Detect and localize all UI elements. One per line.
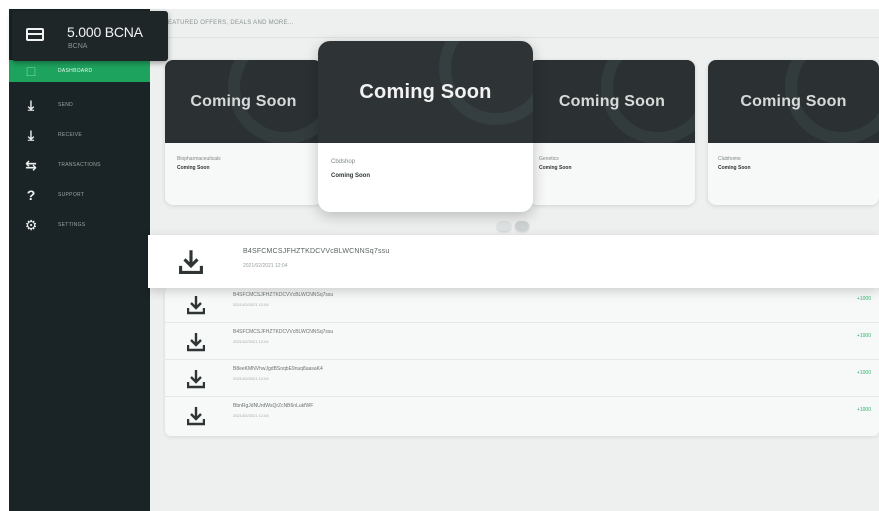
sidebar-item-label: RECEIVE (58, 132, 83, 138)
send-icon: ⤓ (27, 97, 35, 113)
transaction-hash: B8eeKMNVhwJgdBSoqbE9nuq8aasaK4 (233, 366, 323, 372)
transaction-amount: +1000 (856, 296, 871, 302)
dashboard-icon: □ (26, 63, 36, 79)
wallet-subtitle: BCNA (68, 43, 88, 50)
offer-card[interactable]: Coming Soon Biopharmaceuticals Coming So… (165, 60, 322, 205)
transaction-date: 2021/02/2021 12:04 (233, 302, 269, 307)
support-icon: ? (26, 187, 36, 203)
sidebar-item-send[interactable]: ⤓ SEND (9, 90, 150, 120)
offer-banner: Coming Soon (529, 60, 695, 143)
offer-banner-text: Coming Soon (190, 92, 297, 110)
sidebar-item-label: DASHBOARD (58, 68, 93, 74)
transaction-amount: +1000 (856, 407, 871, 413)
offer-banner-text: Coming Soon (558, 92, 666, 110)
download-icon (187, 332, 205, 352)
wallet-icon (26, 28, 44, 41)
wallet-balance-card[interactable]: 5.000 BCNA BCNA (12, 11, 168, 61)
sidebar-item-support[interactable]: ? SUPPORT (9, 180, 150, 210)
transaction-hash: B4SFCMCSJFHZTKDCVVcBLWCNNSq7ssu (233, 292, 334, 298)
carousel-dot[interactable] (497, 221, 511, 231)
transaction-row[interactable]: B4SFCMCSJFHZTKDCVVcBLWCNNSq7ssu 2021/02/… (165, 286, 879, 323)
sidebar-item-settings[interactable]: ⚙ SETTINGS (9, 210, 150, 240)
download-icon (187, 369, 205, 389)
offer-status: Coming Soon (718, 165, 751, 171)
download-icon (187, 295, 205, 315)
sidebar-item-transactions[interactable]: ⇆ TRANSACTIONS (9, 150, 150, 180)
offer-name: Genetics (539, 156, 559, 162)
offer-status: Coming Soon (331, 173, 370, 179)
sidebar-item-label: SUPPORT (58, 192, 85, 198)
transaction-amount: +1000 (856, 370, 871, 376)
divider (164, 37, 879, 38)
download-icon (179, 249, 203, 275)
transaction-list: B4SFCMCSJFHZTKDCVVcBLWCNNSq7ssu 2021/02/… (165, 286, 879, 436)
transaction-hash: BbnRgJdNUrdWsQrZcNB6nLukfWF (233, 403, 314, 409)
transaction-date: 2021/02/2021 12:04 (233, 339, 269, 344)
offer-card-focused[interactable]: Coming Soon Cbdshop Coming Soon (318, 41, 533, 212)
receive-icon: ⤓ (27, 127, 35, 143)
offer-name: Biopharmaceuticals (177, 156, 221, 162)
transaction-hash: B4SFCMCSJFHZTKDCVVcBLWCNNSq7ssu (243, 248, 390, 255)
download-icon (187, 406, 205, 426)
sidebar-item-dashboard[interactable]: □ DASHBOARD (9, 60, 150, 82)
offer-banner: Coming Soon (165, 60, 322, 143)
sidebar-item-label: SETTINGS (58, 222, 86, 228)
featured-heading: FEATURED OFFERS, DEALS AND MORE... (164, 20, 294, 26)
transaction-date: 2021/02/2021 12:04 (243, 263, 288, 269)
transaction-row[interactable]: B4SFCMCSJFHZTKDCVVcBLWCNNSq7ssu 2021/02/… (165, 323, 879, 360)
transaction-row-highlighted[interactable]: B4SFCMCSJFHZTKDCVVcBLWCNNSq7ssu 2021/02/… (148, 235, 879, 288)
settings-icon: ⚙ (24, 217, 38, 233)
transaction-date: 2021/02/2021 12:04 (233, 376, 269, 381)
offer-name: Cbdshop (331, 159, 356, 165)
sidebar-item-label: SEND (58, 102, 74, 108)
offer-name: Clubhome (718, 156, 741, 162)
carousel-dot-active[interactable] (515, 221, 529, 231)
transaction-hash: B4SFCMCSJFHZTKDCVVcBLWCNNSq7ssu (233, 329, 334, 335)
sidebar-nav: □ DASHBOARD ⤓ SEND ⤓ RECEIVE ⇆ TRANSACTI… (9, 60, 150, 240)
sidebar-item-receive[interactable]: ⤓ RECEIVE (9, 120, 150, 150)
transaction-row[interactable]: B8eeKMNVhwJgdBSoqbE9nuq8aasaK4 2021/02/2… (165, 360, 879, 397)
offer-banner: Coming Soon (318, 41, 533, 143)
transaction-date: 2021/02/2021 12:04 (233, 413, 269, 418)
offer-banner: Coming Soon (708, 60, 879, 143)
offer-status: Coming Soon (539, 165, 572, 171)
transactions-icon: ⇆ (25, 157, 37, 173)
sidebar-item-label: TRANSACTIONS (58, 162, 101, 168)
carousel-pagination (497, 221, 529, 231)
offer-card[interactable]: Coming Soon Clubhome Coming Soon (708, 60, 879, 205)
offer-card[interactable]: Coming Soon Genetics Coming Soon (529, 60, 695, 205)
offer-banner-text: Coming Soon (359, 80, 492, 103)
offer-banner-text: Coming Soon (740, 92, 847, 110)
wallet-amount: 5.000 BCNA (67, 24, 143, 40)
transaction-row[interactable]: BbnRgJdNUrdWsQrZcNB6nLukfWF 2021/02/2021… (165, 397, 879, 434)
offer-status: Coming Soon (177, 165, 210, 171)
transaction-amount: +1000 (856, 333, 871, 339)
